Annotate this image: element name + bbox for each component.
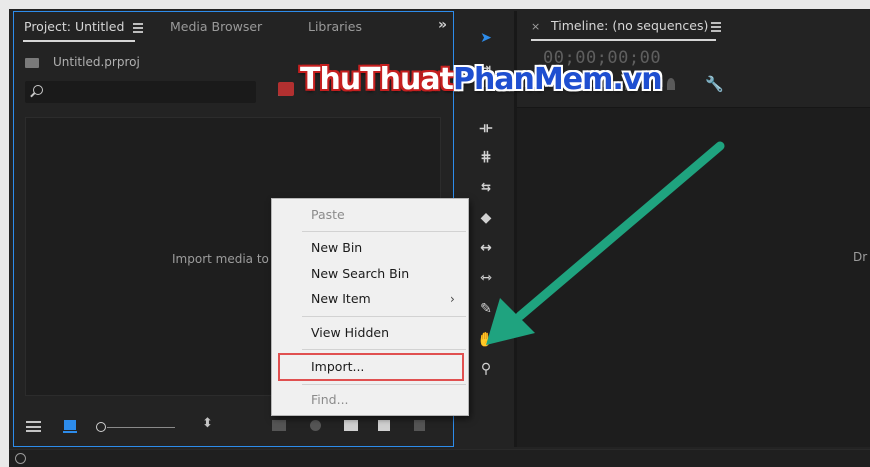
hand-tool-icon[interactable]: ✋ <box>477 331 495 349</box>
menu-separator <box>302 384 466 385</box>
project-file-icon <box>25 57 39 68</box>
status-bar <box>9 449 870 467</box>
tab-overflow-icon[interactable]: » <box>438 17 447 33</box>
submenu-arrow-icon: › <box>450 292 455 306</box>
zoom-tool-icon[interactable]: ⚲ <box>477 360 495 378</box>
context-menu: Paste New Bin New Search Bin New Item › … <box>271 198 469 416</box>
panel-menu-icon[interactable] <box>133 23 143 33</box>
pen-tool-icon[interactable]: ✎ <box>477 300 495 318</box>
menu-separator <box>302 316 466 317</box>
top-margin <box>0 0 870 9</box>
menu-item-new-search-bin[interactable]: New Search Bin <box>311 266 409 281</box>
watermark-part-3: .vn <box>612 62 662 97</box>
sort-icons-icon[interactable]: ⬍ <box>202 416 213 431</box>
watermark: ThuThuatPhanMem.vn <box>300 62 663 97</box>
search-icon <box>33 85 43 95</box>
left-margin <box>0 0 9 467</box>
tab-libraries[interactable]: Libraries <box>308 19 362 34</box>
list-view-icon[interactable] <box>26 421 41 432</box>
zoom-slider[interactable] <box>96 421 176 433</box>
watermark-part-2: PhanMem <box>452 62 613 97</box>
watermark-part-1: ThuThuat <box>300 62 454 97</box>
icon-view-icon[interactable] <box>63 420 77 433</box>
find-icon[interactable] <box>310 420 321 431</box>
automate-to-sequence-icon[interactable] <box>272 420 286 431</box>
zoom-slider-track[interactable] <box>107 427 175 428</box>
close-icon[interactable]: × <box>531 20 540 33</box>
panel-tab-bar: Project: Untitled Media Browser Librarie… <box>14 12 453 42</box>
menu-item-paste[interactable]: Paste <box>311 207 345 222</box>
search-input[interactable] <box>25 81 256 103</box>
project-file-name: Untitled.prproj <box>53 55 140 69</box>
rate-stretch-tool-icon[interactable]: ⇆ <box>477 178 495 196</box>
tab-project[interactable]: Project: Untitled <box>24 19 124 34</box>
new-item-icon[interactable] <box>378 420 390 431</box>
active-tab-indicator <box>531 39 716 41</box>
ripple-edit-tool-icon[interactable]: ⟛ <box>477 119 495 137</box>
import-highlight-box <box>278 353 464 381</box>
menu-item-new-bin[interactable]: New Bin <box>311 240 362 255</box>
active-tab-indicator <box>23 40 135 42</box>
zoom-slider-knob[interactable] <box>96 422 106 432</box>
razor-tool-icon[interactable]: ◆ <box>477 209 495 227</box>
new-bin-icon[interactable] <box>344 420 358 431</box>
timeline-drop-hint: Dr <box>853 250 868 264</box>
menu-item-find[interactable]: Find... <box>311 392 349 407</box>
timeline-menu-icon[interactable] <box>711 22 721 32</box>
menu-separator <box>302 349 466 350</box>
status-icon[interactable] <box>15 453 26 464</box>
menu-item-view-hidden[interactable]: View Hidden <box>311 325 389 340</box>
timeline-drop-area[interactable]: Dr <box>517 107 870 447</box>
menu-item-new-item[interactable]: New Item <box>311 291 371 306</box>
watermark-logo-icon <box>278 82 294 96</box>
add-marker-icon[interactable] <box>667 78 675 90</box>
rolling-edit-tool-icon[interactable]: ⋕ <box>477 148 495 166</box>
tab-media-browser[interactable]: Media Browser <box>170 19 262 34</box>
menu-separator <box>302 231 466 232</box>
project-file-row: Untitled.prproj <box>25 55 140 69</box>
slip-tool-icon[interactable]: ↔ <box>477 239 495 257</box>
project-panel-footer: ⬍ <box>14 415 453 441</box>
wrench-icon[interactable]: 🔧 <box>705 75 724 93</box>
tab-timeline[interactable]: Timeline: (no sequences) <box>551 18 708 33</box>
selection-tool-icon[interactable]: ➤ <box>477 29 495 47</box>
slide-tool-icon[interactable]: ⇿ <box>477 269 495 287</box>
clear-icon[interactable] <box>414 420 425 431</box>
import-media-hint: Import media to s <box>172 252 279 266</box>
